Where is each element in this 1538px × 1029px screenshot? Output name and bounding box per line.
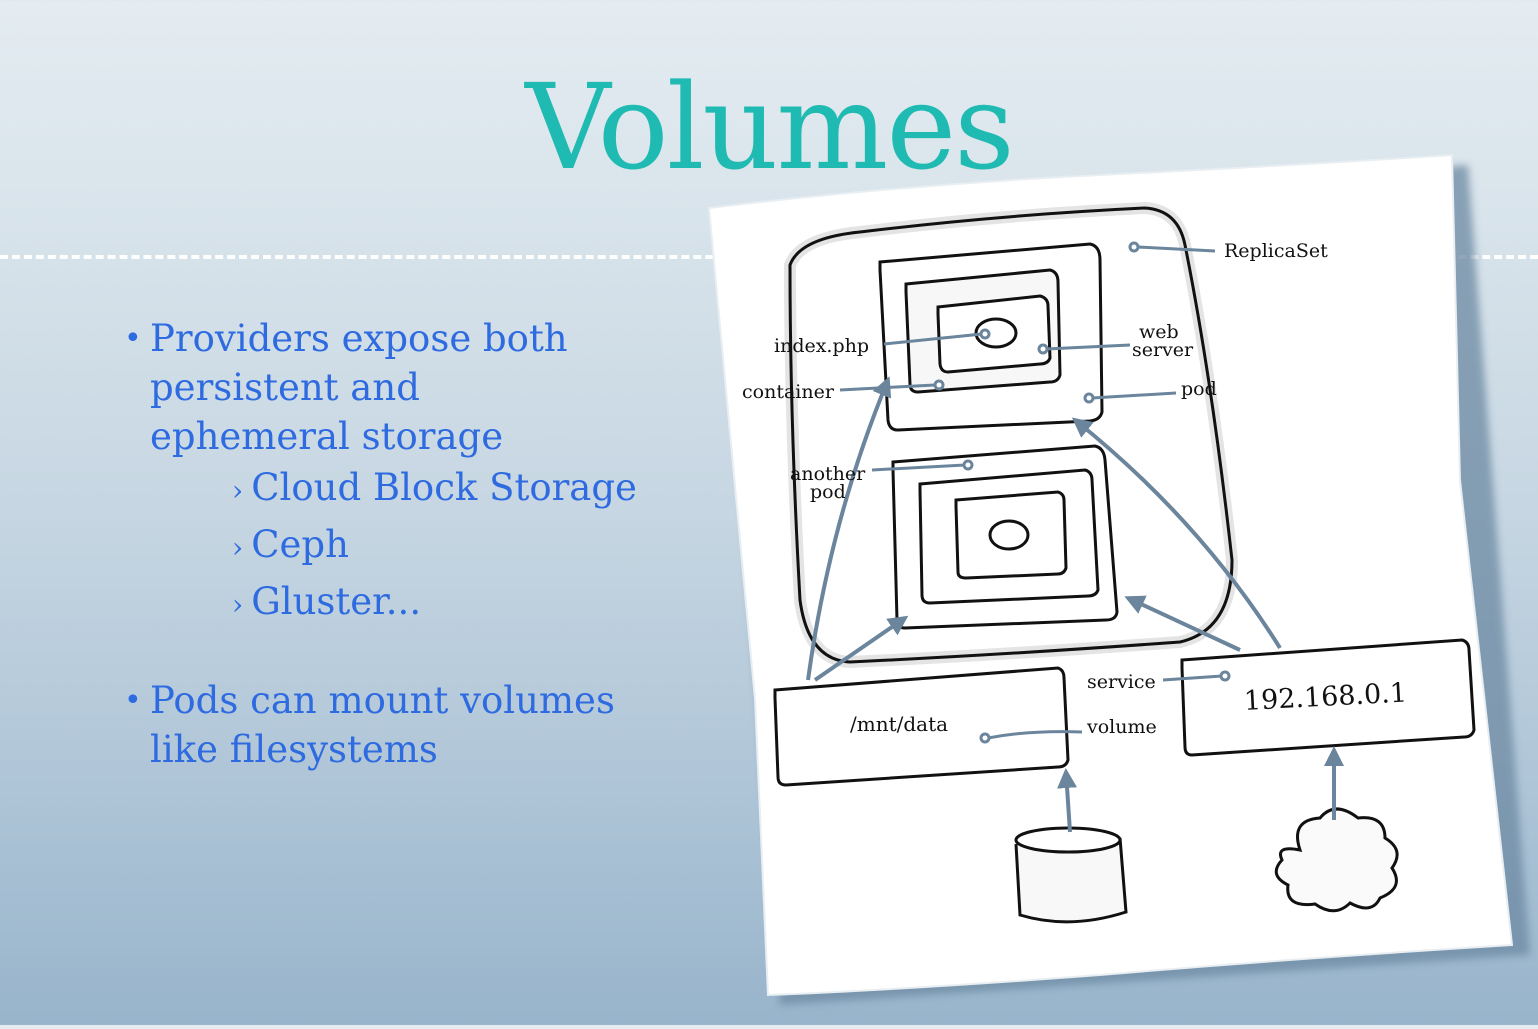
volume-label: volume (1086, 716, 1157, 738)
another-file-icon (988, 519, 1030, 551)
diagram-container: ReplicaSet index.php web server containe… (0, 0, 1538, 1025)
index-php-label: index.php (774, 335, 869, 357)
pod-label: pod (1181, 378, 1217, 400)
container-label: container (742, 381, 835, 403)
mount-path-label: /mnt/data (850, 712, 948, 736)
kubernetes-volume-diagram: ReplicaSet index.php web server containe… (707, 153, 1530, 1005)
service-label: service (1087, 671, 1156, 693)
replicaset-label: ReplicaSet (1224, 240, 1328, 262)
server-label: server (1132, 339, 1194, 361)
storage-cylinder-icon (1014, 826, 1128, 924)
another-pod-label: pod (810, 481, 846, 503)
